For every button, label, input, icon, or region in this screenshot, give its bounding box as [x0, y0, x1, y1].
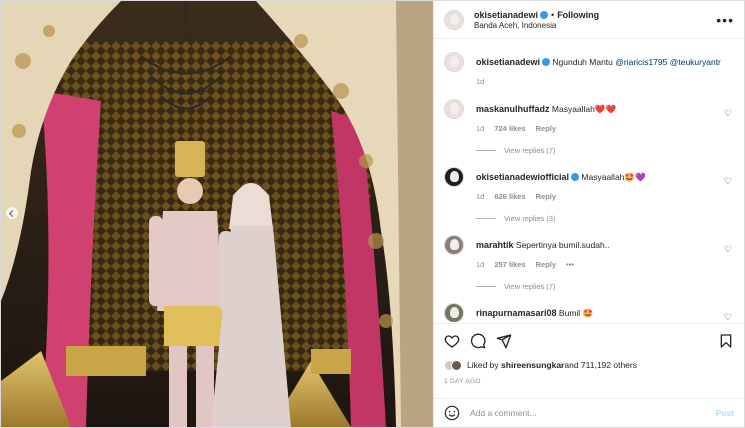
separator-dot: •: [551, 9, 555, 20]
post-location[interactable]: Banda Aceh, Indonesia: [474, 21, 716, 30]
caption-username[interactable]: okisetianadewi: [476, 57, 540, 67]
liked-by-summary[interactable]: Liked by shireensungkar and 711,192 othe…: [444, 358, 734, 372]
caption-mention-2[interactable]: @teukuryantr: [670, 57, 721, 67]
liked-by-count[interactable]: and 711,192 others: [564, 360, 637, 370]
comment-username[interactable]: maskanulhuffadz: [476, 104, 550, 114]
liker-avatar: [451, 359, 462, 371]
wedding-photo-illustration: [1, 1, 433, 427]
comment-username[interactable]: marahtik: [476, 240, 514, 250]
share-paper-plane-icon[interactable]: [496, 333, 512, 349]
comment-bubble-icon[interactable]: [470, 333, 486, 349]
liked-by-user[interactable]: shireensungkar: [501, 360, 564, 370]
post-photo[interactable]: [1, 1, 433, 427]
comment-item: maskanulhuffadz Masyaallah❤️❤️ 1d 724 lik…: [444, 99, 734, 133]
emoji-icon[interactable]: [444, 405, 460, 421]
verified-badge-icon: [540, 10, 549, 19]
comment-avatar[interactable]: [444, 235, 464, 255]
like-comment-heart-icon[interactable]: ♡: [724, 312, 732, 322]
caption: okisetianadewi Ngunduh Mantu @riaricis17…: [444, 52, 734, 86]
like-heart-icon[interactable]: [444, 333, 460, 349]
post-side-panel: okisetianadewi • Following Banda Aceh, Ind…: [433, 1, 744, 427]
comment-text: Masyaallah🤩💜: [581, 172, 646, 182]
comment-likes[interactable]: 257 likes: [494, 260, 525, 269]
following-button[interactable]: Following: [557, 10, 599, 20]
add-comment-input[interactable]: [470, 408, 716, 418]
comment-item: okisetianadewiofficial Masyaallah🤩💜 1d 62…: [444, 167, 734, 201]
post-modal: okisetianadewi • Following Banda Aceh, Ind…: [0, 0, 745, 428]
comment-item: marahtik Sepertinya bumil.sudah.. 1d 257 …: [444, 235, 734, 269]
reply-button[interactable]: Reply: [536, 192, 556, 201]
post-timestamp[interactable]: 1 DAY AGO: [444, 378, 734, 385]
save-bookmark-icon[interactable]: [718, 333, 734, 349]
like-comment-heart-icon[interactable]: ♡: [724, 176, 732, 187]
caption-time[interactable]: 1d: [476, 77, 484, 86]
comment-time[interactable]: 1d: [476, 260, 484, 269]
liked-by-prefix: Liked by: [467, 360, 499, 370]
post-header: okisetianadewi • Following Banda Aceh, Ind…: [434, 1, 744, 39]
reply-button[interactable]: Reply: [536, 260, 556, 269]
add-comment-bar: Post: [434, 398, 744, 427]
comment-username[interactable]: okisetianadewiofficial: [476, 172, 569, 182]
verified-badge-icon: [571, 173, 580, 181]
author-avatar[interactable]: [444, 9, 464, 30]
comment-text: Sepertinya bumil.sudah..: [515, 240, 610, 250]
like-comment-heart-icon[interactable]: ♡: [724, 244, 732, 255]
more-options-icon[interactable]: •••: [716, 12, 734, 28]
comment-item: rinapurnamasari08 Bumil 🤩 ♡: [444, 303, 734, 322]
comment-username[interactable]: rinapurnamasari08: [476, 308, 557, 318]
comment-time[interactable]: 1d: [476, 124, 484, 133]
comment-text: Masyaallah❤️❤️: [551, 104, 617, 114]
like-comment-heart-icon[interactable]: ♡: [724, 108, 732, 119]
previous-photo-button[interactable]: [6, 207, 18, 219]
comment-options-icon[interactable]: •••: [566, 260, 574, 269]
comment-text: Bumil 🤩: [558, 308, 594, 318]
comment-time[interactable]: 1d: [476, 192, 484, 201]
verified-badge-icon: [542, 58, 551, 66]
view-replies-button[interactable]: View replies (7): [476, 146, 734, 155]
comment-avatar[interactable]: [444, 167, 464, 187]
caption-text: Ngunduh Mantu: [552, 57, 616, 67]
comment-avatar[interactable]: [444, 99, 464, 119]
reply-button[interactable]: Reply: [536, 124, 556, 133]
comment-likes[interactable]: 626 likes: [494, 192, 525, 201]
comment-likes[interactable]: 724 likes: [494, 124, 525, 133]
view-replies-button[interactable]: View replies (7): [476, 282, 734, 291]
view-replies-button[interactable]: View replies (3): [476, 214, 734, 223]
comments-list[interactable]: okisetianadewi Ngunduh Mantu @riaricis17…: [434, 40, 744, 322]
caption-mention-1[interactable]: @riaricis1795: [615, 57, 667, 67]
comment-avatar[interactable]: [444, 303, 464, 322]
author-username[interactable]: okisetianadewi: [474, 10, 538, 20]
caption-avatar[interactable]: [444, 52, 464, 72]
post-comment-button[interactable]: Post: [716, 408, 734, 418]
